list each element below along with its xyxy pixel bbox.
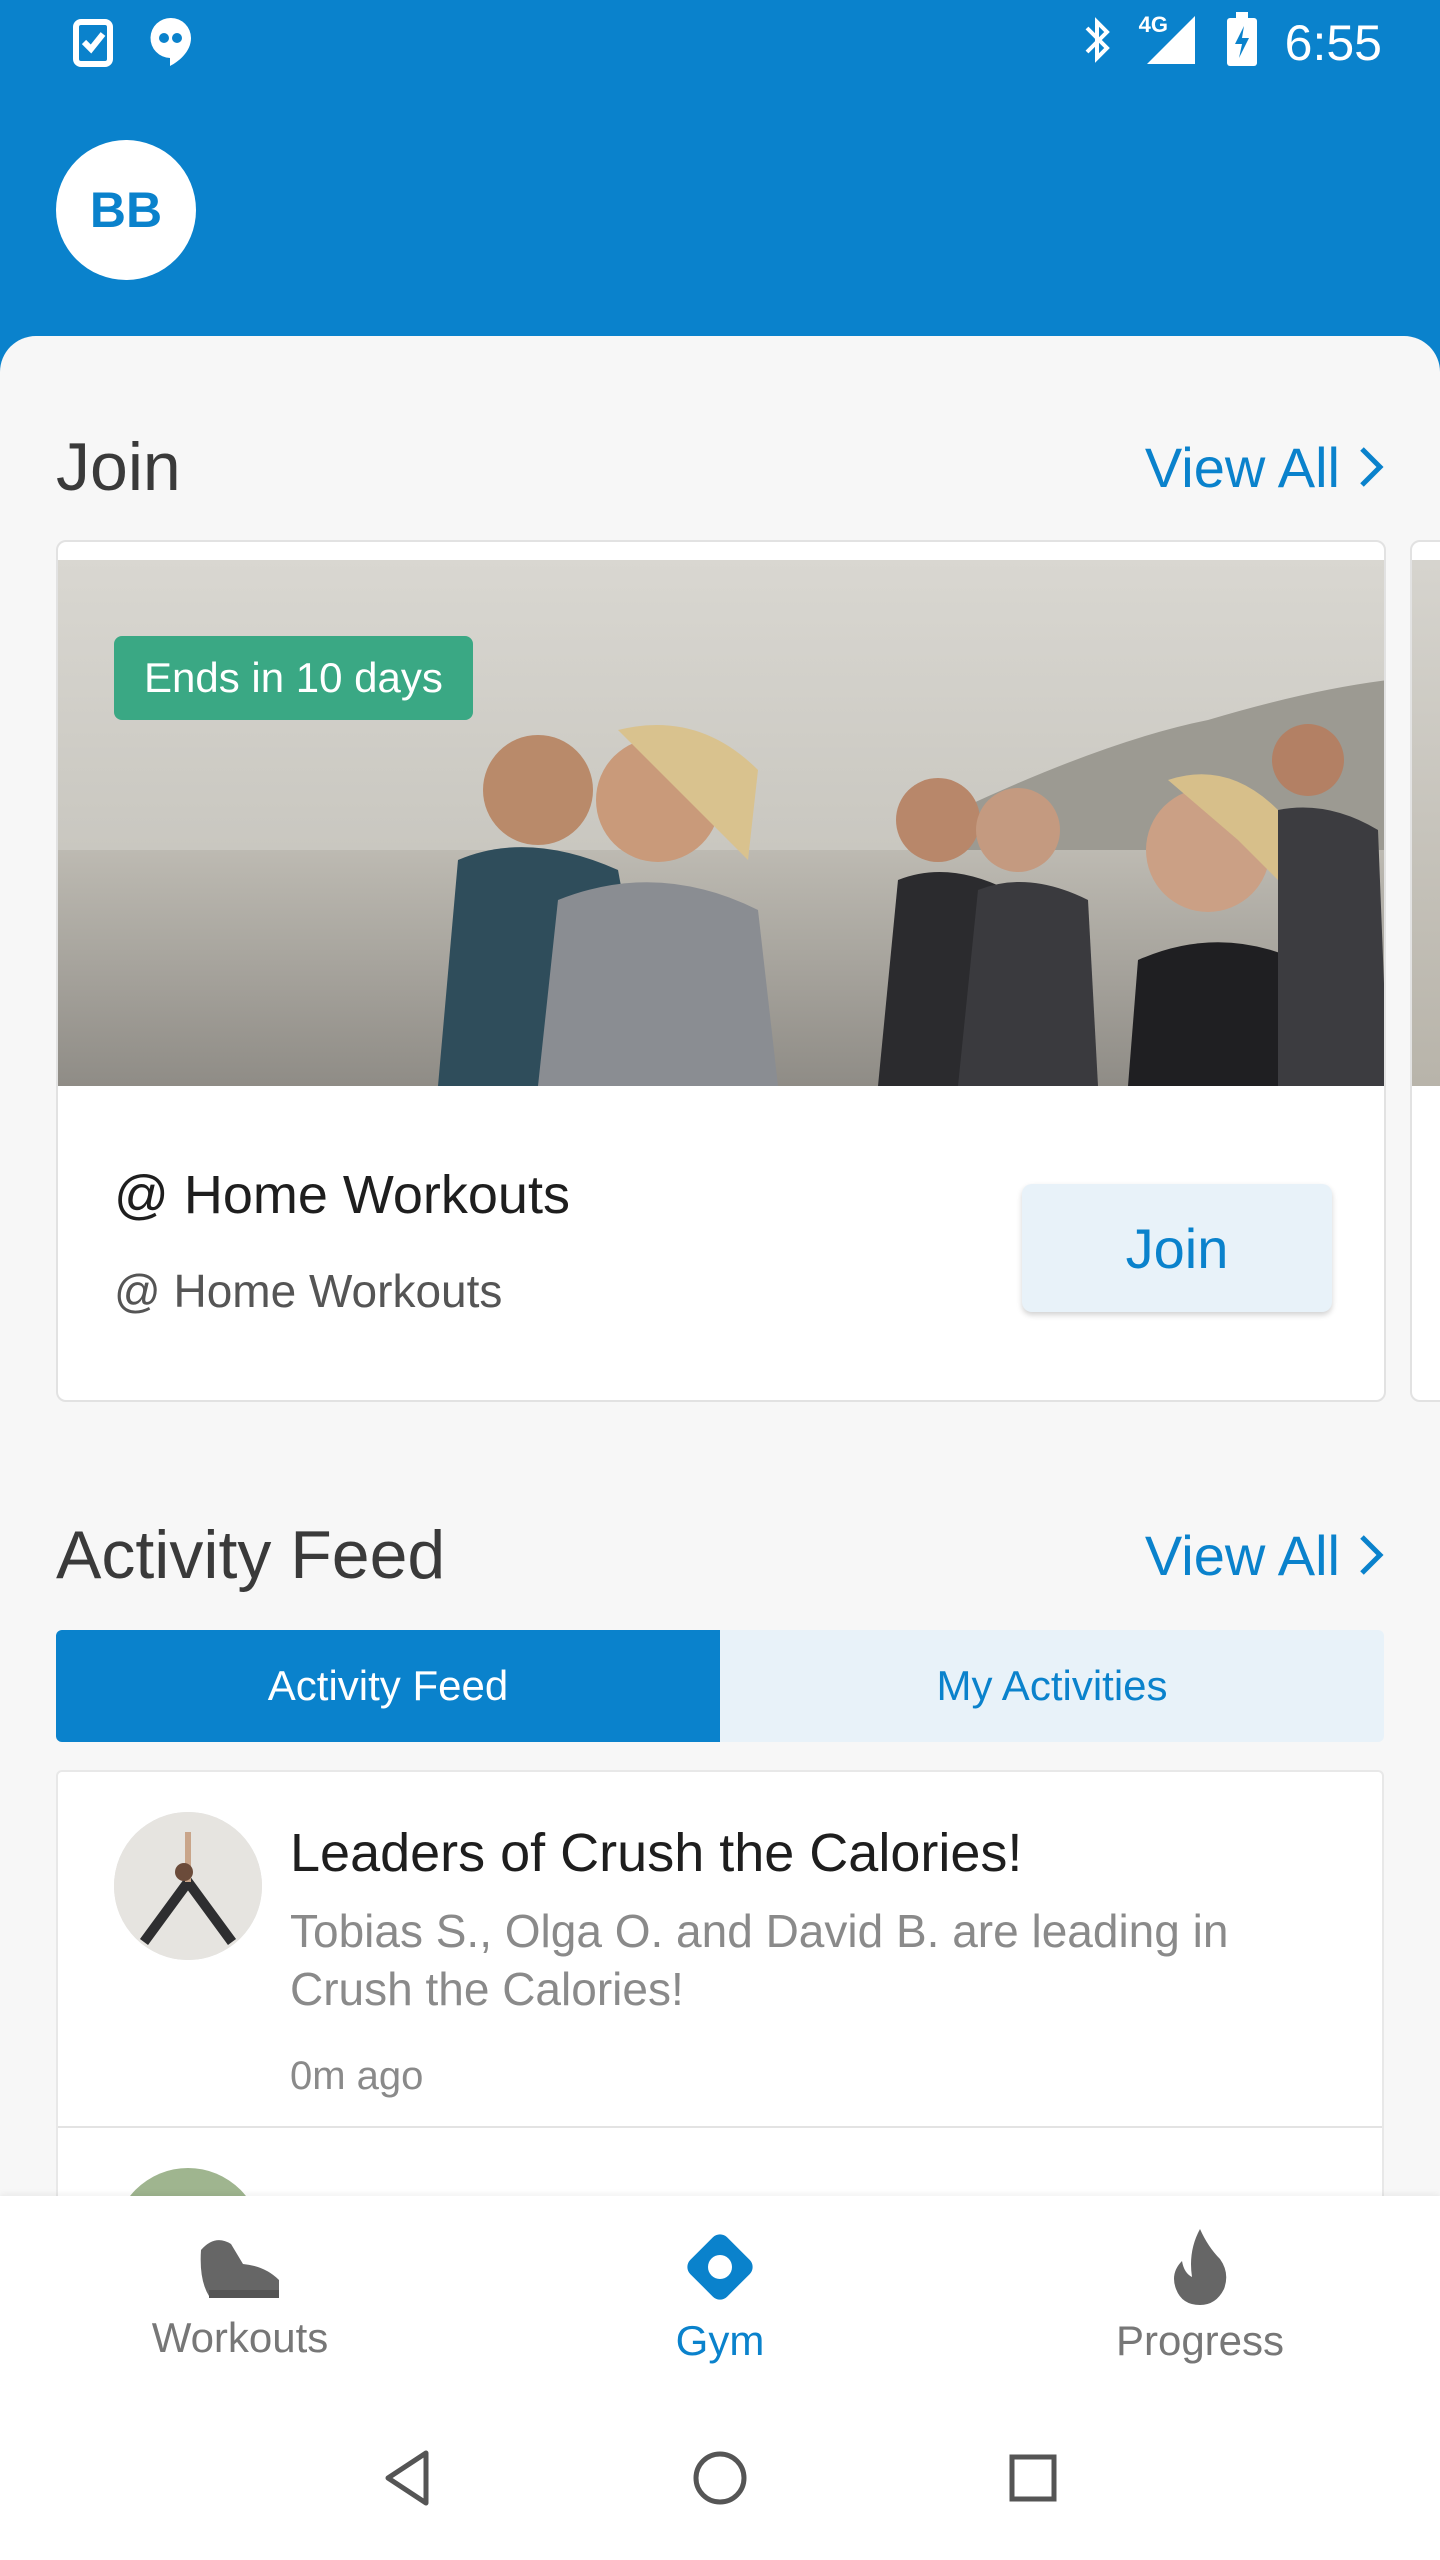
nav-gym[interactable]: Gym xyxy=(480,2196,960,2396)
feed-user-avatar xyxy=(114,1812,262,1960)
challenge-title: @ Home Workouts xyxy=(114,1165,570,1225)
join-button[interactable]: Join xyxy=(1022,1184,1332,1312)
hangouts-icon xyxy=(148,16,194,73)
flame-icon xyxy=(1174,2229,1227,2305)
challenge-subtitle: @ Home Workouts xyxy=(114,1265,503,1317)
ends-in-badge: Ends in 10 days xyxy=(114,636,473,720)
join-section-title: Join xyxy=(56,429,181,505)
nav-progress[interactable]: Progress xyxy=(960,2196,1440,2396)
system-navigation-bar xyxy=(0,2396,1440,2560)
status-bar: 4G 6:55 xyxy=(0,0,1440,88)
activity-section-title: Activity Feed xyxy=(56,1517,446,1593)
bluetooth-icon xyxy=(1081,14,1113,71)
view-all-label: View All xyxy=(1144,435,1340,499)
recents-icon[interactable] xyxy=(1008,2453,1058,2503)
next-challenge-card-peek[interactable] xyxy=(1410,540,1440,1402)
app-header: BB xyxy=(0,88,1440,338)
main-content: Join View All Ends in 10 days @ Home Wor… xyxy=(0,336,1440,2196)
challenge-card[interactable]: Ends in 10 days @ Home Workouts @ Home W… xyxy=(56,540,1386,1402)
next-challenge-image xyxy=(1412,560,1440,1086)
join-view-all-link[interactable]: View All xyxy=(1145,435,1384,500)
clock: 6:55 xyxy=(1284,14,1382,71)
task-check-icon xyxy=(72,16,114,73)
view-all-label: View All xyxy=(1144,1523,1340,1587)
battery-charging-icon xyxy=(1225,12,1259,73)
activity-tabs: Activity Feed My Activities xyxy=(56,1630,1384,1742)
feed-item-title: Leaders of Crush the Calories! xyxy=(290,2188,1022,2196)
nav-label: Progress xyxy=(1115,2317,1285,2364)
back-icon[interactable] xyxy=(382,2449,432,2507)
nav-label: Gym xyxy=(675,2317,765,2364)
feed-item-title: Leaders of Crush the Calories! xyxy=(290,1823,1023,1883)
challenge-hero-image: Ends in 10 days xyxy=(58,560,1384,1086)
list-item[interactable]: Leaders of Crush the Calories! xyxy=(58,2128,1382,2196)
feed-item-description: Tobias S., Olga O. and David B. are lead… xyxy=(290,1905,1229,2015)
feed-item-timestamp: 0m ago xyxy=(290,2054,424,2098)
tab-activity-feed[interactable]: Activity Feed xyxy=(56,1630,720,1742)
nav-workouts[interactable]: Workouts xyxy=(0,2196,480,2396)
list-item[interactable]: Leaders of Crush the Calories! Tobias S.… xyxy=(58,1772,1382,2128)
nav-label: Workouts xyxy=(151,2314,329,2361)
join-section-header: Join View All xyxy=(56,428,1384,506)
feed-user-avatar xyxy=(114,2168,262,2196)
gym-location-icon xyxy=(687,2234,753,2300)
activity-feed-list: Leaders of Crush the Calories! Tobias S.… xyxy=(56,1770,1384,2196)
home-icon[interactable] xyxy=(692,2450,748,2506)
shoe-icon xyxy=(200,2240,279,2298)
activity-view-all-link[interactable]: View All xyxy=(1145,1523,1384,1588)
bottom-navigation: Workouts Gym Progress xyxy=(0,2196,1440,2396)
tab-my-activities[interactable]: My Activities xyxy=(720,1630,1384,1742)
activity-section-header: Activity Feed View All xyxy=(56,1516,1384,1594)
profile-avatar[interactable]: BB xyxy=(56,140,196,280)
chevron-right-icon xyxy=(1360,447,1384,487)
chevron-right-icon xyxy=(1360,1535,1384,1575)
signal-icon: 4G xyxy=(1139,12,1199,71)
